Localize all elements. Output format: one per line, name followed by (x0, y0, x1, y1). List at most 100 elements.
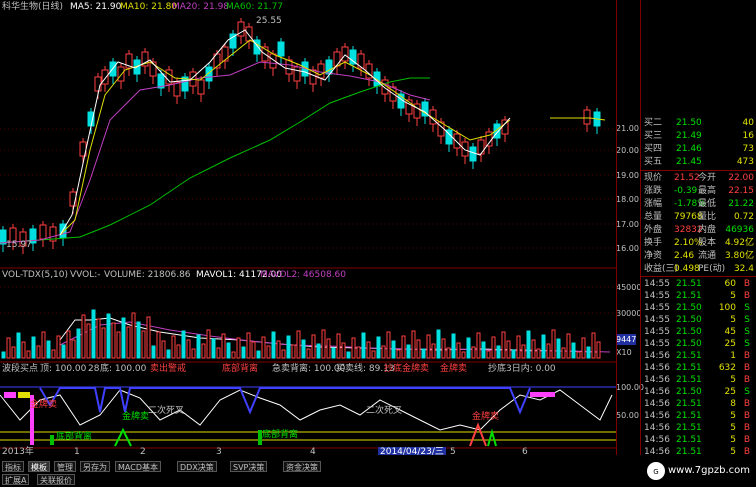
tab-0[interactable]: 指标 (2, 461, 24, 472)
volume-bar (271, 331, 276, 359)
candle-body (341, 46, 349, 62)
tab-5[interactable]: DDX决策 (177, 461, 217, 472)
volume-bar (541, 334, 546, 359)
candle-body (583, 109, 591, 125)
volume-bar (246, 332, 251, 359)
volume-bar (581, 337, 586, 359)
candle-body (317, 63, 325, 79)
volume-bar (6, 337, 11, 359)
volume-bar (121, 317, 126, 359)
tab-3[interactable]: 另存为 (80, 461, 110, 472)
ma10-line (59, 39, 511, 236)
volume-bar (461, 351, 466, 359)
volume-bar (361, 332, 366, 359)
candle-body (277, 41, 285, 57)
vol-vvol: VVOL:- (70, 270, 101, 280)
volume-bar (516, 335, 521, 359)
ind-l10: 金牌卖 (402, 364, 430, 374)
candle-body (94, 76, 102, 92)
candle-body (469, 146, 477, 162)
volume-bar (591, 332, 596, 359)
volume-bar (401, 335, 406, 359)
volume-bar (196, 334, 201, 359)
volume-bar (251, 341, 256, 359)
ma60-line (0, 77, 430, 244)
volume-bar (61, 344, 66, 359)
quote-row: 现价 21.52 今开 22.00 (644, 173, 754, 183)
tab-7[interactable]: 资金决策 (283, 461, 321, 472)
volume-bars (1, 309, 601, 359)
volume-bar (191, 348, 196, 359)
orderbook-row: 买二 21.50 40 (644, 118, 754, 128)
ind-l1: 波段买点 (2, 364, 39, 374)
candle-body (453, 133, 461, 149)
watermark: G www.7gpzb.com (640, 455, 756, 487)
volume-bar (116, 331, 121, 359)
volume-bar (276, 340, 281, 359)
volume-bar (446, 347, 451, 359)
volume-bar (76, 328, 81, 359)
volume-bar (546, 343, 551, 359)
volume-bar (536, 348, 541, 359)
volume-bar (386, 331, 391, 359)
volume-bar (376, 336, 381, 359)
tab-1[interactable]: 模板 (28, 461, 50, 472)
volume-bar (226, 342, 231, 359)
volume-bar (511, 349, 516, 359)
candle-body (293, 66, 301, 82)
volume-bar (526, 330, 531, 359)
volume-bar (501, 331, 506, 359)
tab2-0[interactable]: 扩展A (2, 474, 30, 485)
volume-bar (1, 351, 6, 359)
vol-axis-tick: X10 (616, 348, 632, 357)
volume-bar (576, 351, 581, 359)
orderbook-row: 买四 21.46 73 (644, 144, 754, 154)
candle-body (87, 111, 95, 127)
axis-tick: 16.00 (616, 244, 639, 253)
tab-2[interactable]: 管理 (54, 461, 76, 472)
volume-bar (66, 330, 71, 359)
candle-body (197, 79, 205, 95)
volume-bar (181, 330, 186, 359)
volume-bar (371, 350, 376, 359)
candle-body (117, 66, 125, 82)
ind-l3: 28 (88, 364, 100, 374)
quote-row: 涨幅 -1.78% 最低 21.22 (644, 199, 754, 209)
ma10-label: MA10: 21.80 (120, 2, 178, 12)
watermark-text: www.7gpzb.com (668, 465, 750, 476)
vol-mavol2-label: MAVOL2: 46508.60 (260, 270, 347, 280)
volume-bar (366, 341, 371, 359)
candle-body (285, 59, 293, 75)
quote-row: 收益(三) 0.498 PE(动) 32.4 (644, 264, 754, 274)
volume-bar (321, 329, 326, 359)
ind-ann3: 金牌卖 (30, 400, 58, 410)
ind-l12: 抄底3日内: 0.00 (488, 364, 556, 374)
volume-bar (566, 333, 571, 359)
axis-tick: 20.00 (616, 146, 639, 155)
candle-body (461, 141, 469, 157)
volume-bar (391, 340, 396, 359)
volume-bar (431, 343, 436, 359)
axis-tick: 21.00 (616, 124, 639, 133)
volume-bar (36, 345, 41, 359)
volume-bar (491, 336, 496, 359)
volume-bar (186, 339, 191, 359)
chart-area[interactable]: 科华生物(日线) MA5: 21.90 MA10: 21.80 MA20: 21… (0, 0, 616, 458)
kline-chart[interactable] (0, 0, 616, 455)
tab-4[interactable]: MACD基本 (115, 461, 161, 472)
volume-bar (21, 341, 26, 359)
volume-bar (111, 322, 116, 359)
volume-bar (16, 332, 21, 359)
volume-bar (176, 344, 181, 359)
tab-6[interactable]: SVP决策 (230, 461, 268, 472)
svg-text:G: G (653, 468, 658, 476)
volume-bar (266, 345, 271, 359)
tab2-1[interactable]: 关联报价 (37, 474, 75, 485)
ma20-line (0, 61, 431, 244)
volume-bar (356, 346, 361, 359)
volume-bar (476, 332, 481, 359)
candle-body (333, 51, 341, 67)
volume-bar (141, 330, 146, 359)
volume-bar (31, 336, 36, 359)
volume-bar (51, 349, 56, 359)
